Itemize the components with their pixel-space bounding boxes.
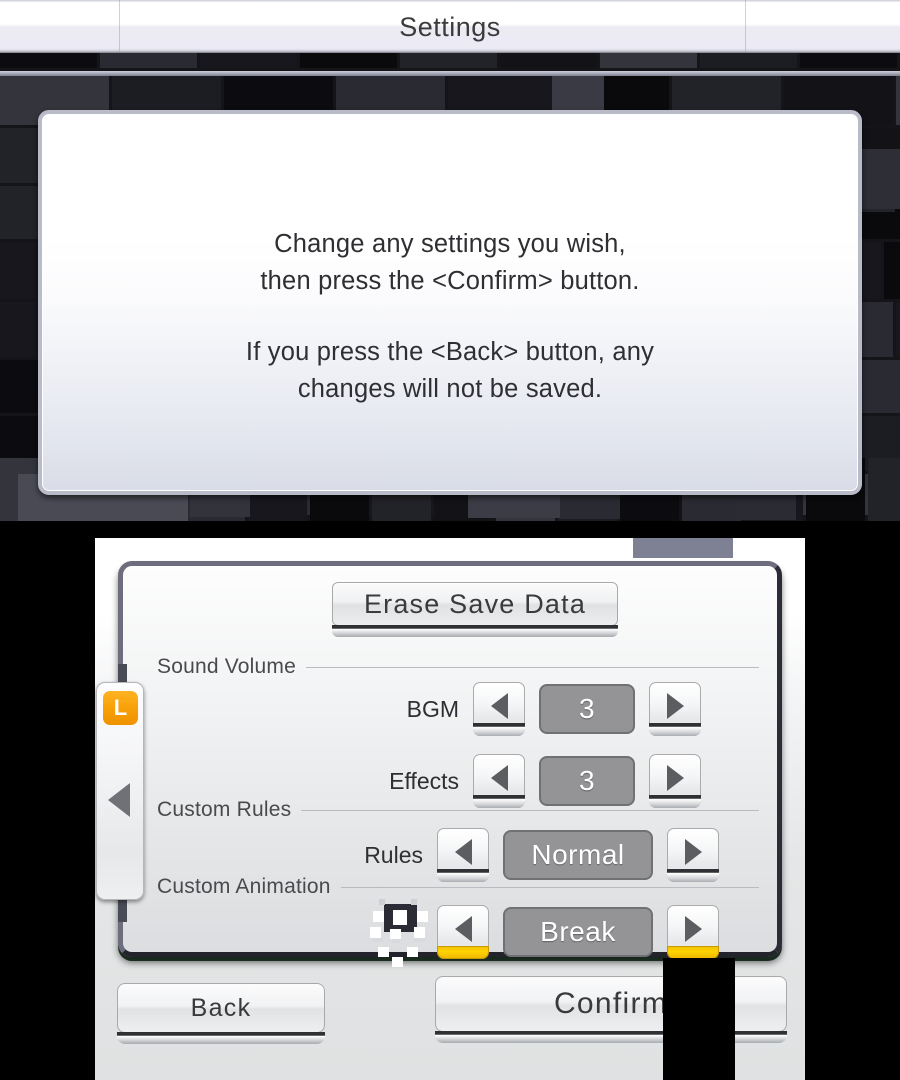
chevron-right-icon	[684, 916, 702, 942]
bgm-value: 3	[539, 684, 635, 734]
button-base	[473, 723, 525, 736]
animation-next-button[interactable]	[667, 905, 719, 959]
dialog-line-2: then press the <Confirm> button.	[260, 267, 640, 295]
dialog-text: Change any settings you wish, then press…	[42, 226, 858, 408]
erase-save-data-button[interactable]: Erase Save Data	[332, 582, 618, 626]
section-rule	[301, 809, 759, 811]
game-screen: Settings Change any settings you wish, t…	[0, 0, 900, 1080]
erase-button-base	[332, 625, 618, 637]
section-custom-rules: Custom Rules	[157, 797, 759, 823]
rules-value: Normal	[503, 830, 653, 880]
back-button[interactable]: Back	[117, 983, 325, 1033]
chevron-left-icon	[454, 916, 472, 942]
page-title: Settings	[399, 12, 501, 42]
back-button-base	[117, 1032, 325, 1044]
section-custom-animation: Custom Animation	[157, 874, 759, 900]
setting-label-bgm: BGM	[406, 695, 459, 722]
screen-edge-overlay	[663, 958, 735, 1080]
section-rule	[306, 666, 759, 668]
button-base-highlighted	[437, 946, 489, 959]
l-button-badge: L	[103, 691, 138, 725]
chevron-left-icon	[454, 839, 472, 865]
section-label: Custom Animation	[157, 875, 331, 898]
animation-value: Break	[503, 907, 653, 957]
setting-row-bgm: BGM 3	[351, 682, 701, 736]
bgm-decrease-button[interactable]	[473, 682, 525, 736]
chevron-left-icon	[490, 693, 508, 719]
back-button-label: Back	[190, 993, 252, 1022]
settings-panel: Erase Save Data Sound Volume BGM 3 Effec…	[118, 561, 782, 967]
confirm-button-label: Confirm	[553, 987, 669, 1020]
chevron-left-icon	[108, 783, 130, 817]
chevron-right-icon	[666, 765, 684, 791]
section-rule	[340, 886, 759, 888]
section-label: Sound Volume	[157, 655, 297, 678]
break-animation-preview-sprite	[369, 896, 439, 984]
dialog-line-4: changes will not be saved.	[297, 375, 603, 403]
dialog-line-3: If you press the <Back> button, any	[245, 338, 655, 366]
erase-save-data-label: Erase Save Data	[363, 588, 587, 619]
animation-previous-button[interactable]	[437, 905, 489, 959]
setting-label-effects: Effects	[389, 767, 459, 794]
chevron-right-icon	[666, 693, 684, 719]
screen-tab-marker	[633, 538, 733, 558]
l-button-label: L	[113, 695, 128, 720]
chevron-left-icon	[490, 765, 508, 791]
dialog-line-1: Change any settings you wish,	[274, 230, 626, 258]
top-screen: Change any settings you wish, then press…	[0, 53, 900, 538]
title-bar: Settings	[0, 0, 900, 53]
left-shoulder-tab[interactable]: L	[96, 682, 144, 900]
bgm-increase-button[interactable]	[649, 682, 701, 736]
chevron-right-icon	[684, 839, 702, 865]
section-label: Custom Rules	[157, 798, 292, 821]
button-base	[649, 723, 701, 736]
bottom-screen: Erase Save Data Sound Volume BGM 3 Effec…	[95, 538, 805, 1080]
section-sound-volume: Sound Volume	[157, 654, 759, 680]
setting-label-rules: Rules	[364, 841, 423, 868]
info-dialog: Change any settings you wish, then press…	[38, 110, 862, 495]
